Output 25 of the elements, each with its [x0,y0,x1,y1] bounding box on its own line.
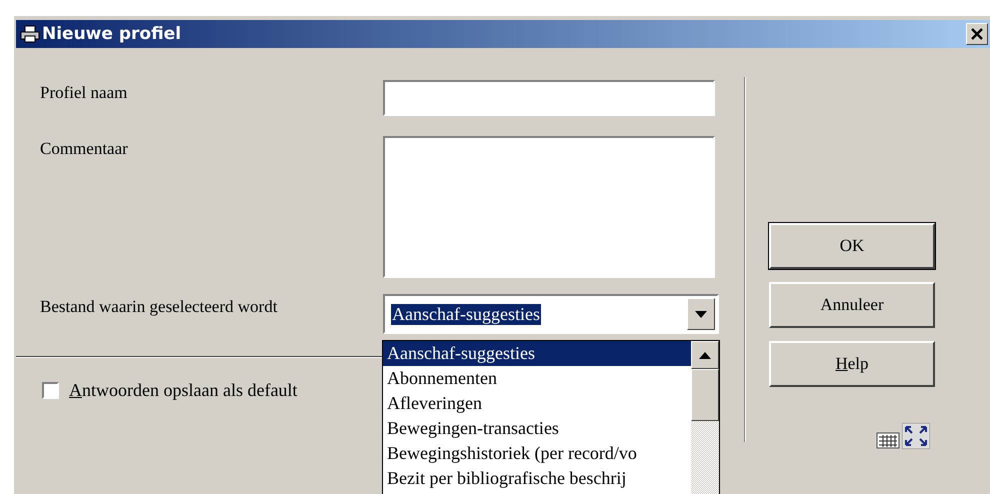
field-label: Bestand waarin geselecteerd wordt [40,296,278,318]
dropdown-option[interactable]: Aanschaf-suggesties [383,341,691,366]
close-button[interactable] [966,23,988,45]
comment-field[interactable] [383,136,715,278]
close-icon[interactable] [970,28,984,40]
printer-icon [20,25,40,43]
dialog-button[interactable]: Help [769,341,935,387]
window-title: Nieuwe profiel [42,24,182,44]
field-label: Profiel naam [40,82,128,104]
scrollbar[interactable] [691,341,719,494]
dropdown-option[interactable]: Bezit per bibliografische beschrij [383,466,691,491]
input-field[interactable] [383,80,715,116]
dropdown-value: Aanschaf-suggesties [391,304,541,324]
scroll-thumb[interactable] [691,369,719,421]
dialog-button[interactable]: Annuleer [769,282,935,328]
checkbox-label[interactable]: Antwoorden opslaan als default [69,380,298,401]
field-label: Commentaar [40,138,129,160]
expand-icon[interactable] [902,423,930,449]
dropdown-option[interactable]: Abonnementen [383,366,691,391]
dropdown-option[interactable]: Bewegingen-transacties [383,416,691,441]
checkbox[interactable] [42,382,59,399]
dropdown-option[interactable]: Afleveringen [383,391,691,416]
dialog-button[interactable]: OK [769,223,935,269]
dropdown-option[interactable]: Bewegingshistoriek (per record/vo [383,441,691,466]
scroll-up-icon[interactable] [691,341,719,369]
